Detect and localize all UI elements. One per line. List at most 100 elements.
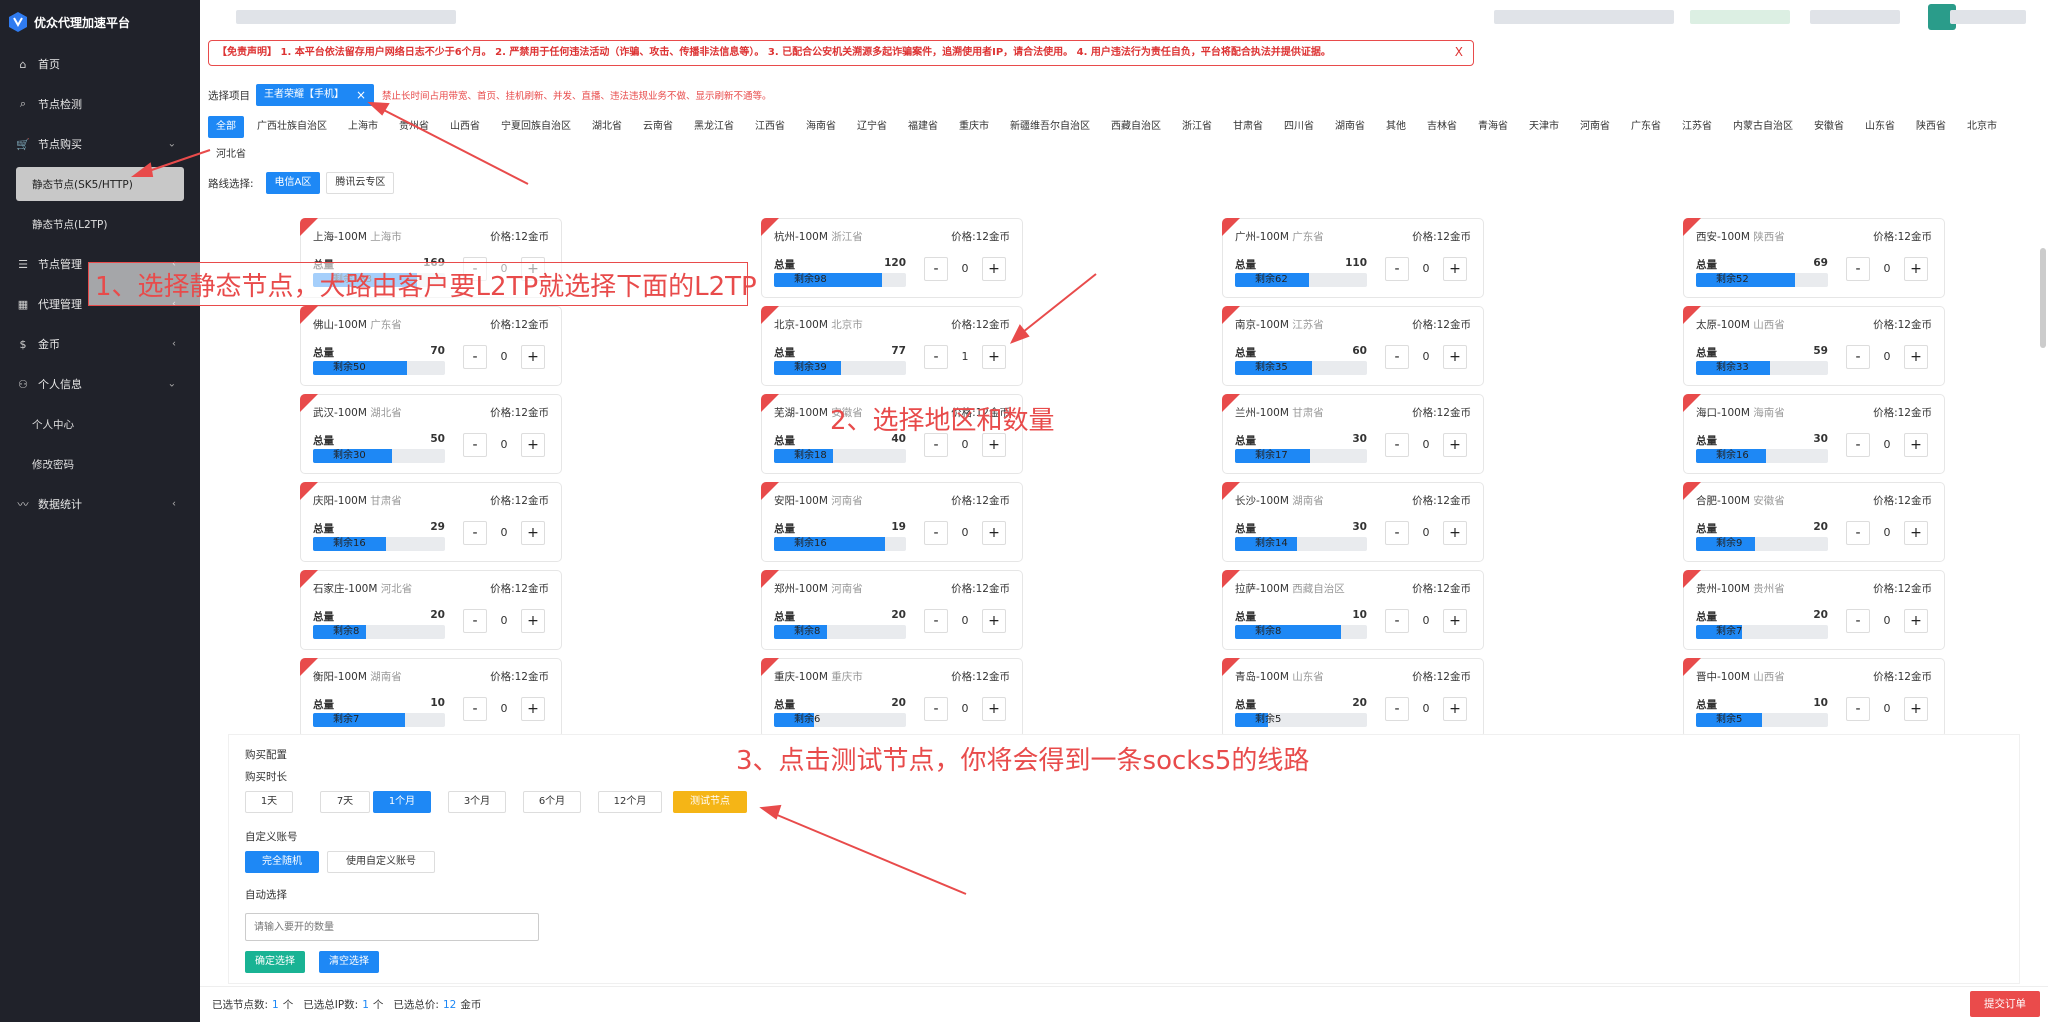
sidebar-item[interactable]: $ 金币 ‹ xyxy=(0,324,200,364)
blurred-username[interactable] xyxy=(1950,10,2026,24)
duration-12m-button[interactable]: 12个月 xyxy=(598,791,662,813)
clear-button[interactable]: 清空选择 xyxy=(319,951,379,973)
node-card[interactable]: 庆阳-100M 甘肃省 价格:12金币 总量 29 剩余16 -0 + xyxy=(300,482,562,562)
sidebar-item[interactable]: ⚇ 个人信息 ⌄ xyxy=(0,364,200,404)
increment-button[interactable]: + xyxy=(982,521,1006,545)
quantity-value[interactable]: 0 xyxy=(1409,257,1443,281)
close-icon[interactable]: X xyxy=(1455,41,1463,64)
sidebar-item[interactable]: 🛒 节点购买 ⌄ xyxy=(0,124,200,164)
test-node-button[interactable]: 测试节点 xyxy=(673,791,747,813)
region-option[interactable]: 上海市 xyxy=(340,116,386,138)
decrement-button[interactable]: - xyxy=(463,433,487,457)
increment-button[interactable]: + xyxy=(982,345,1006,369)
node-card[interactable]: 青岛-100M 山东省 价格:12金币 总量 20 剩余5 -0 + xyxy=(1222,658,1484,738)
increment-button[interactable]: + xyxy=(521,697,545,721)
duration-6m-button[interactable]: 6个月 xyxy=(523,791,581,813)
increment-button[interactable]: + xyxy=(1904,521,1928,545)
node-card[interactable]: 贵州-100M 贵州省 价格:12金币 总量 20 剩余7 -0 + xyxy=(1683,570,1945,650)
node-card[interactable]: 南京-100M 江苏省 价格:12金币 总量 60 剩余35 -0 + xyxy=(1222,306,1484,386)
decrement-button[interactable]: - xyxy=(1846,697,1870,721)
increment-button[interactable]: + xyxy=(521,521,545,545)
decrement-button[interactable]: - xyxy=(1846,521,1870,545)
node-card[interactable]: 郑州-100M 河南省 价格:12金币 总量 20 剩余8 -0 + xyxy=(761,570,1023,650)
node-card[interactable]: 海口-100M 海南省 价格:12金币 总量 30 剩余16 -0 + xyxy=(1683,394,1945,474)
decrement-button[interactable]: - xyxy=(1385,345,1409,369)
quantity-value[interactable]: 0 xyxy=(1870,433,1904,457)
node-card[interactable]: 石家庄-100M 河北省 价格:12金币 总量 20 剩余8 -0 + xyxy=(300,570,562,650)
sidebar-item[interactable]: ⌕ 节点检测 xyxy=(0,84,200,124)
increment-button[interactable]: + xyxy=(1904,609,1928,633)
decrement-button[interactable]: - xyxy=(1385,521,1409,545)
confirm-button[interactable]: 确定选择 xyxy=(245,951,305,973)
region-option[interactable]: 吉林省 xyxy=(1419,116,1465,138)
region-option[interactable]: 天津市 xyxy=(1521,116,1567,138)
increment-button[interactable]: + xyxy=(1443,697,1467,721)
increment-button[interactable]: + xyxy=(1904,257,1928,281)
decrement-button[interactable]: - xyxy=(924,609,948,633)
increment-button[interactable]: + xyxy=(1443,609,1467,633)
decrement-button[interactable]: - xyxy=(1846,257,1870,281)
increment-button[interactable]: + xyxy=(1904,433,1928,457)
decrement-button[interactable]: - xyxy=(924,521,948,545)
decrement-button[interactable]: - xyxy=(1385,609,1409,633)
node-card[interactable]: 北京-100M 北京市 价格:12金币 总量 77 剩余39 -1 + xyxy=(761,306,1023,386)
region-option[interactable]: 全部 xyxy=(208,116,244,138)
node-card[interactable]: 广州-100M 广东省 价格:12金币 总量 110 剩余62 -0 + xyxy=(1222,218,1484,298)
submit-order-button[interactable]: 提交订单 xyxy=(1970,991,2040,1017)
quantity-value[interactable]: 0 xyxy=(1870,345,1904,369)
region-option[interactable]: 重庆市 xyxy=(951,116,997,138)
node-card[interactable]: 长沙-100M 湖南省 价格:12金币 总量 30 剩余14 -0 + xyxy=(1222,482,1484,562)
decrement-button[interactable]: - xyxy=(1846,609,1870,633)
node-card[interactable]: 佛山-100M 广东省 价格:12金币 总量 70 剩余50 -0 + xyxy=(300,306,562,386)
region-option[interactable]: 江西省 xyxy=(747,116,793,138)
region-option[interactable]: 山东省 xyxy=(1857,116,1903,138)
duration-1d-button[interactable]: 1天 xyxy=(245,791,293,813)
quantity-value[interactable]: 0 xyxy=(1870,521,1904,545)
sidebar-item[interactable]: 静态节点(SK5/HTTP) xyxy=(16,167,184,201)
region-option[interactable]: 宁夏回族自治区 xyxy=(493,116,579,138)
region-option[interactable]: 陕西省 xyxy=(1908,116,1954,138)
route-option[interactable]: 电信A区 xyxy=(265,172,321,194)
quantity-value[interactable]: 0 xyxy=(948,257,982,281)
region-option[interactable]: 辽宁省 xyxy=(849,116,895,138)
quantity-value[interactable]: 0 xyxy=(487,345,521,369)
region-option[interactable]: 安徽省 xyxy=(1806,116,1852,138)
node-card[interactable]: 合肥-100M 安徽省 价格:12金币 总量 20 剩余9 -0 + xyxy=(1683,482,1945,562)
decrement-button[interactable]: - xyxy=(1846,345,1870,369)
decrement-button[interactable]: - xyxy=(463,609,487,633)
increment-button[interactable]: + xyxy=(521,433,545,457)
region-option[interactable]: 江苏省 xyxy=(1674,116,1720,138)
decrement-button[interactable]: - xyxy=(1385,697,1409,721)
region-option[interactable]: 广西壮族自治区 xyxy=(249,116,335,138)
decrement-button[interactable]: - xyxy=(924,697,948,721)
increment-button[interactable]: + xyxy=(1443,521,1467,545)
region-option[interactable]: 贵州省 xyxy=(391,116,437,138)
region-option[interactable]: 浙江省 xyxy=(1174,116,1220,138)
quantity-value[interactable]: 0 xyxy=(1409,345,1443,369)
route-option[interactable]: 腾讯云专区 xyxy=(326,172,395,194)
decrement-button[interactable]: - xyxy=(1846,433,1870,457)
increment-button[interactable]: + xyxy=(1443,257,1467,281)
quantity-input[interactable] xyxy=(245,913,539,941)
duration-1m-button[interactable]: 1个月 xyxy=(373,791,431,813)
sidebar-item[interactable]: 个人中心 xyxy=(0,404,200,444)
region-option[interactable]: 黑龙江省 xyxy=(686,116,742,138)
decrement-button[interactable]: - xyxy=(463,345,487,369)
decrement-button[interactable]: - xyxy=(1385,433,1409,457)
node-card[interactable]: 拉萨-100M 西藏自治区 价格:12金币 总量 10 剩余8 -0 + xyxy=(1222,570,1484,650)
increment-button[interactable]: + xyxy=(1904,697,1928,721)
region-option[interactable]: 其他 xyxy=(1378,116,1414,138)
quantity-value[interactable]: 0 xyxy=(948,521,982,545)
node-card[interactable]: 太原-100M 山西省 价格:12金币 总量 59 剩余33 -0 + xyxy=(1683,306,1945,386)
region-option[interactable]: 海南省 xyxy=(798,116,844,138)
quantity-value[interactable]: 0 xyxy=(1870,257,1904,281)
node-card[interactable]: 重庆-100M 重庆市 价格:12金币 总量 20 剩余6 -0 + xyxy=(761,658,1023,738)
quantity-value[interactable]: 0 xyxy=(1409,521,1443,545)
node-card[interactable]: 武汉-100M 湖北省 价格:12金币 总量 50 剩余30 -0 + xyxy=(300,394,562,474)
region-option[interactable]: 云南省 xyxy=(635,116,681,138)
quantity-value[interactable]: 0 xyxy=(948,697,982,721)
quantity-value[interactable]: 0 xyxy=(487,433,521,457)
node-card[interactable]: 衡阳-100M 湖南省 价格:12金币 总量 10 剩余7 -0 + xyxy=(300,658,562,738)
increment-button[interactable]: + xyxy=(982,697,1006,721)
region-option[interactable]: 甘肃省 xyxy=(1225,116,1271,138)
